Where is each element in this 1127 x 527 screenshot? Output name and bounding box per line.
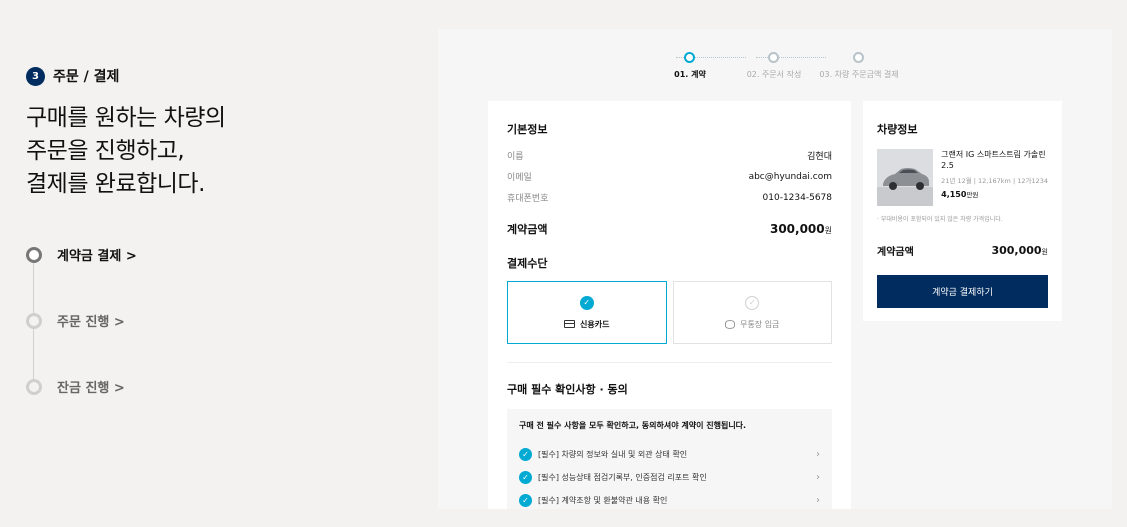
- headline: 구매를 원하는 차량의 주문을 진행하고, 결제를 완료합니다.: [26, 102, 406, 201]
- info-value: abc@hyundai.com: [748, 171, 832, 182]
- price-number: 4,150: [941, 190, 967, 199]
- info-label: 휴대폰번호: [507, 194, 549, 204]
- vehicle-price: 4,150만원: [941, 189, 1048, 199]
- agreement-item-3[interactable]: ✓ [필수] 계약조항 및 환불약관 내용 확인 ›: [519, 489, 820, 509]
- payment-option-text: 무통장 입금: [740, 319, 780, 329]
- intro-panel: 3 주문 / 결제 구매를 원하는 차량의 주문을 진행하고, 결제를 완료합니…: [26, 66, 406, 201]
- amount-unit: 원: [1041, 248, 1048, 256]
- vehicle-year: 21년 12월: [941, 177, 972, 185]
- amount-number: 300,000: [769, 222, 825, 236]
- car-icon: [877, 149, 934, 206]
- coin-stack-icon: [725, 319, 736, 329]
- checkout-screen: 01. 계약 02. 주문서 작성 03. 차량 주문금액 결제 기본정보 이름…: [438, 29, 1112, 509]
- step-label: 잔금 진행 >: [57, 381, 125, 396]
- vehicle-meta: 21년 12월 | 12,167km | 12가1234: [941, 177, 1048, 185]
- progress-node-3: [853, 52, 864, 63]
- payment-option-label: 신용카드: [564, 319, 609, 330]
- vehicle-mileage: 12,167km: [978, 177, 1011, 185]
- payment-option-bank-transfer[interactable]: ✓ 무통장 입금: [672, 281, 832, 344]
- step-item-balance-progress[interactable]: 잔금 진행 >: [26, 377, 125, 396]
- vehicle-plate: 12가1234: [1017, 177, 1048, 185]
- agreement-item-2[interactable]: ✓ [필수] 성능상태 점검기록부, 인증점검 리포트 확인 ›: [519, 466, 820, 489]
- vehicle-info-title: 차량정보: [877, 123, 918, 136]
- agreement-text: [필수] 차량의 정보와 실내 및 외관 상태 확인: [538, 450, 688, 459]
- step-header: 3 주문 / 결제: [26, 66, 406, 86]
- agreement-box: 구매 전 필수 사항을 모두 확인하고, 동의하셔야 계약이 진행됩니다. ✓ …: [507, 409, 832, 509]
- headline-line-2: 주문을 진행하고,: [26, 138, 185, 164]
- vehicle-item: 그랜저 IG 스마트스트림 가솔린 2.5 21년 12월 | 12,167km…: [877, 149, 1048, 206]
- progress-node-1: [684, 52, 695, 63]
- info-value: 김현대: [807, 152, 832, 162]
- contract-amount-row: 계약금액 300,000원: [507, 221, 832, 237]
- contract-amount-value: 300,000원: [770, 222, 832, 236]
- step-dot-icon: [26, 312, 42, 329]
- progress-node-2: [768, 52, 779, 63]
- summary-amount-row: 계약금액 300,000원: [877, 243, 1048, 258]
- chevron-right-icon[interactable]: ›: [816, 472, 820, 483]
- agreement-text: [필수] 성능상태 점검기록부, 인증점검 리포트 확인: [538, 473, 707, 482]
- check-icon[interactable]: ✓: [519, 494, 532, 507]
- contract-amount-label: 계약금액: [507, 223, 548, 236]
- step-item-deposit-payment[interactable]: 계약금 결제 >: [26, 245, 137, 264]
- info-label: 이름: [507, 152, 524, 162]
- progress-label-3: 03. 차량 주문금액 결제: [819, 70, 899, 79]
- check-icon[interactable]: ✓: [519, 448, 532, 461]
- headline-line-1: 구매를 원하는 차량의: [26, 105, 226, 131]
- info-row-name: 이름 김현대: [507, 145, 832, 166]
- payment-method-title: 결제수단: [507, 257, 548, 270]
- step-dot-icon: [26, 246, 42, 263]
- info-value: 010-1234-5678: [762, 192, 832, 203]
- progress-line: [756, 57, 826, 58]
- summary-amount-value: 300,000원: [991, 244, 1048, 257]
- amount-number: 300,000: [991, 244, 1042, 257]
- vehicle-summary-card: 차량정보 그랜저 IG 스마트스트림 가솔린 2.5 21년 12월 | 12,…: [863, 101, 1062, 321]
- vehicle-details: 그랜저 IG 스마트스트림 가솔린 2.5 21년 12월 | 12,167km…: [941, 149, 1048, 206]
- check-icon[interactable]: ✓: [519, 471, 532, 484]
- headline-line-3: 결제를 완료합니다.: [26, 171, 205, 197]
- step-dot-icon: [26, 378, 42, 395]
- vehicle-thumbnail: [877, 149, 934, 206]
- summary-amount-label: 계약금액: [877, 247, 914, 258]
- info-label: 이메일: [507, 173, 532, 183]
- amount-unit: 원: [824, 226, 832, 235]
- agreement-item-1[interactable]: ✓ [필수] 차량의 정보와 실내 및 외관 상태 확인 ›: [519, 443, 820, 466]
- check-icon: ✓: [579, 295, 594, 310]
- divider: [507, 362, 832, 363]
- payment-option-text: 신용카드: [580, 319, 610, 329]
- pay-deposit-button[interactable]: 계약금 결제하기: [877, 275, 1048, 308]
- agreement-title: 구매 필수 확인사항 · 동의: [507, 383, 628, 396]
- price-note: · 부대비용이 포함되어 있지 않은 차량 가격입니다.: [877, 216, 1003, 223]
- step-number-badge: 3: [26, 66, 45, 86]
- payment-option-credit-card[interactable]: ✓ 신용카드: [507, 281, 667, 344]
- step-title: 주문 / 결제: [53, 69, 120, 85]
- payment-option-label: 무통장 입금: [725, 319, 779, 330]
- chevron-right-icon[interactable]: ›: [816, 495, 820, 506]
- progress-label-2: 02. 주문서 작성: [746, 70, 802, 79]
- info-row-phone: 휴대폰번호 010-1234-5678: [507, 187, 832, 208]
- step-item-order-progress[interactable]: 주문 진행 >: [26, 311, 125, 330]
- price-unit: 만원: [966, 191, 979, 199]
- order-form-card: 기본정보 이름 김현대 이메일 abc@hyundai.com 휴대폰번호 01…: [488, 101, 851, 509]
- basic-info-title: 기본정보: [507, 123, 548, 136]
- info-row-email: 이메일 abc@hyundai.com: [507, 166, 832, 187]
- credit-card-icon: [564, 320, 576, 328]
- agreement-text: [필수] 계약조항 및 환불약관 내용 확인: [538, 496, 668, 505]
- payment-options: ✓ 신용카드 ✓ 무통장 입금: [507, 281, 832, 344]
- progress-label-1: 01. 계약: [674, 70, 706, 79]
- agreement-notice: 구매 전 필수 사항을 모두 확인하고, 동의하셔야 계약이 진행됩니다.: [519, 421, 747, 430]
- step-label: 계약금 결제 >: [57, 249, 137, 264]
- vehicle-name: 그랜저 IG 스마트스트림 가솔린 2.5: [941, 150, 1046, 170]
- check-icon: ✓: [745, 295, 760, 310]
- progress-stepper: 01. 계약 02. 주문서 작성 03. 차량 주문금액 결제: [666, 51, 906, 91]
- step-label: 주문 진행 >: [57, 315, 125, 330]
- chevron-right-icon[interactable]: ›: [816, 449, 820, 460]
